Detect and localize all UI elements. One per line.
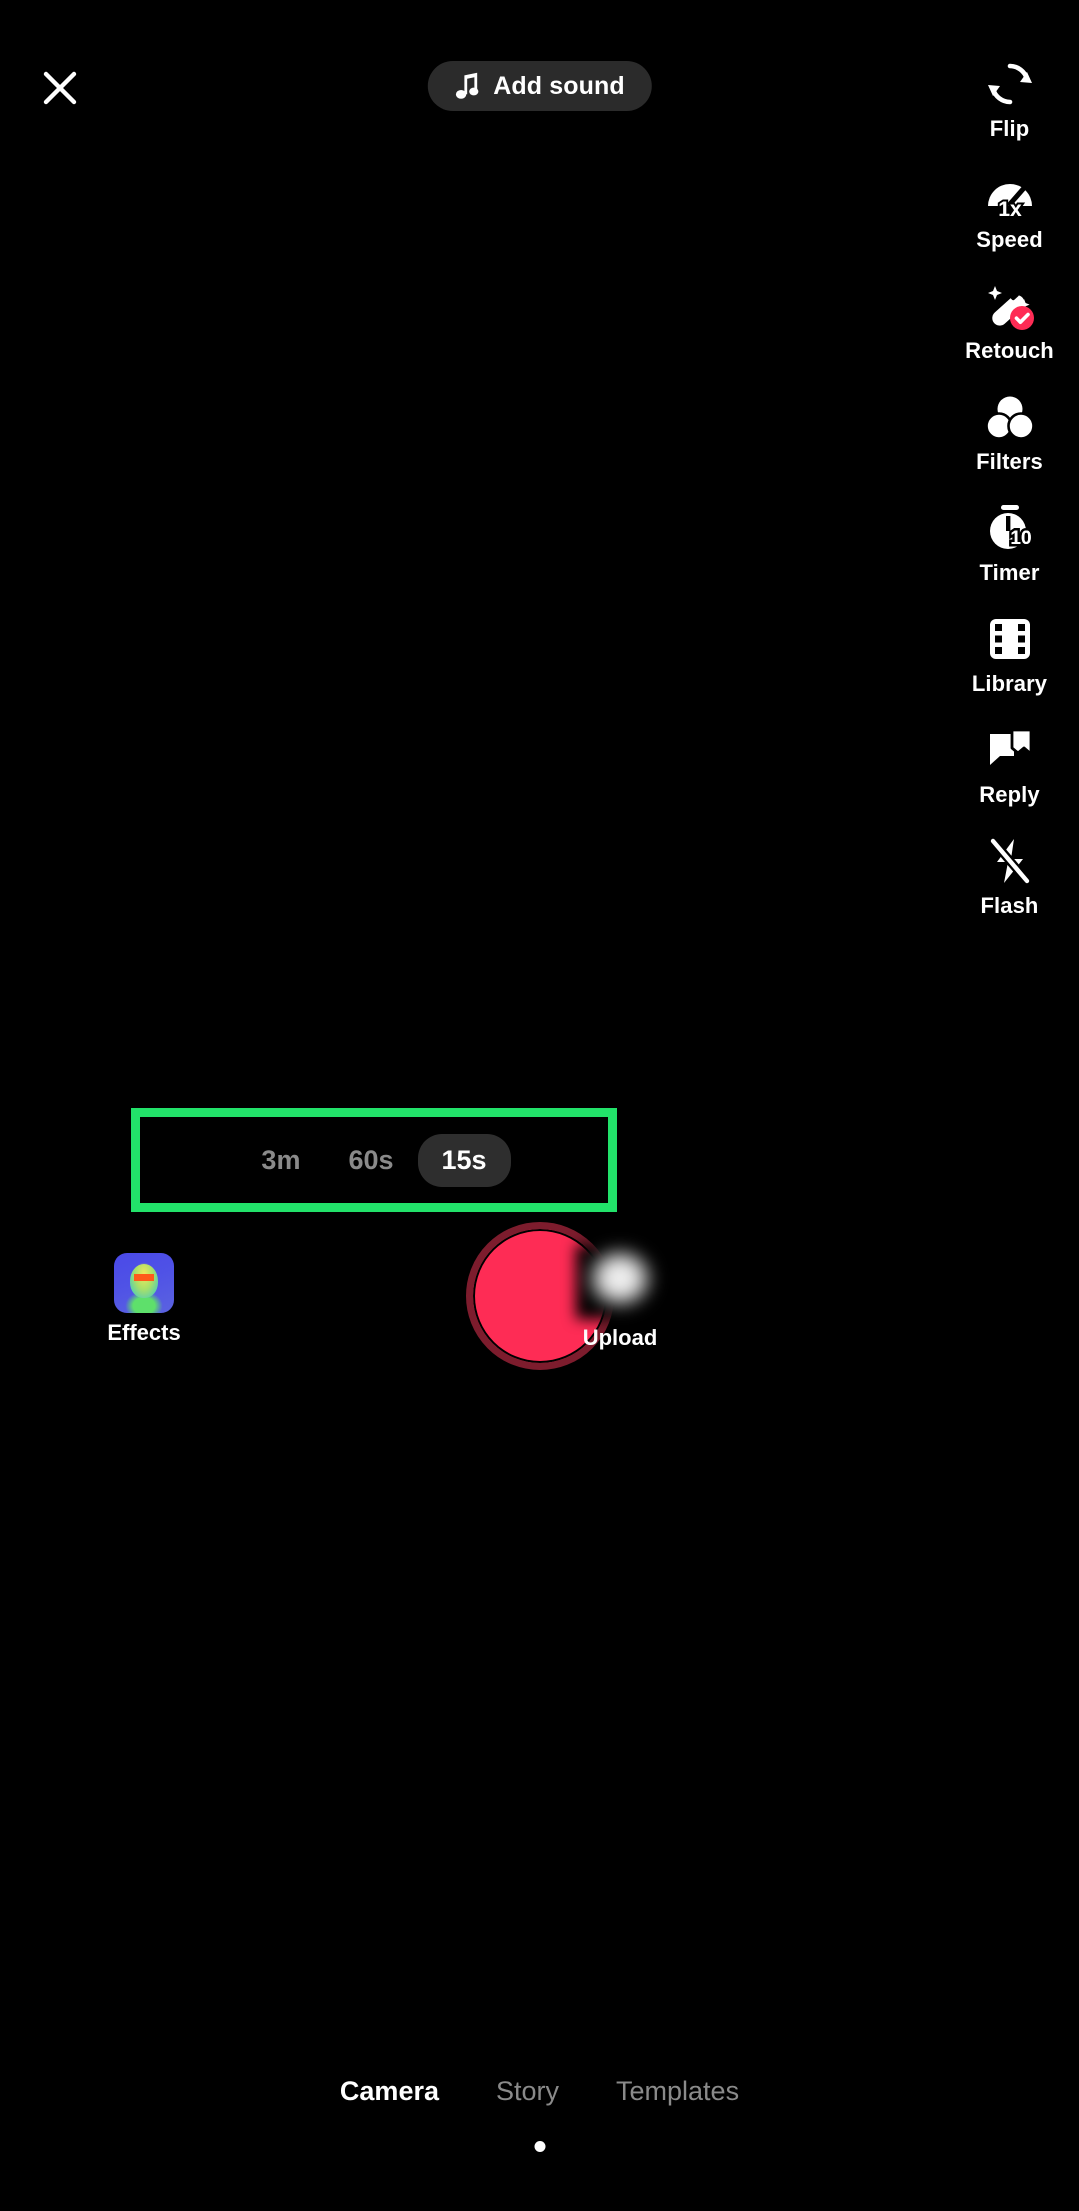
music-note-icon bbox=[454, 72, 480, 100]
tab-story[interactable]: Story bbox=[496, 2078, 559, 2105]
stopwatch-icon: 10 10 bbox=[985, 500, 1035, 556]
camera-tools-rail: Flip 1x 1x Speed Retouch Filters 10 10 T… bbox=[940, 56, 1079, 944]
filters-circles-icon bbox=[984, 389, 1035, 445]
rail-label-speed: Speed bbox=[976, 227, 1043, 252]
duration-option-3m[interactable]: 3m bbox=[237, 1134, 324, 1187]
upload-label: Upload bbox=[582, 1325, 658, 1350]
svg-text:10: 10 bbox=[1010, 528, 1031, 549]
rail-item-timer[interactable]: 10 10 Timer bbox=[940, 500, 1079, 611]
page-indicator-dot bbox=[534, 2141, 545, 2152]
duration-selector: 3m 60s 15s bbox=[140, 1117, 608, 1203]
retouch-check-badge bbox=[1009, 306, 1034, 330]
add-sound-label: Add sound bbox=[493, 71, 625, 100]
rail-label-reply: Reply bbox=[979, 782, 1040, 807]
rail-label-timer: Timer bbox=[979, 560, 1040, 585]
rail-label-library: Library bbox=[971, 671, 1048, 696]
svg-text:1x: 1x bbox=[998, 198, 1022, 218]
flip-camera-icon bbox=[986, 56, 1034, 112]
rail-item-flip[interactable]: Flip bbox=[940, 56, 1079, 167]
camera-screen: Add sound Flip 1x 1x Speed Retouch Filte… bbox=[0, 0, 1079, 2211]
flash-off-icon bbox=[987, 833, 1033, 889]
effects-label: Effects bbox=[107, 1320, 181, 1345]
rail-item-speed[interactable]: 1x 1x Speed bbox=[940, 167, 1079, 278]
rail-label-flash: Flash bbox=[980, 893, 1039, 918]
film-strip-icon bbox=[987, 611, 1033, 667]
rail-label-filters: Filters bbox=[976, 449, 1043, 474]
gallery-thumbnail-icon bbox=[576, 1245, 664, 1319]
close-icon bbox=[43, 71, 77, 105]
add-sound-button[interactable]: Add sound bbox=[427, 61, 652, 111]
duration-option-60s[interactable]: 60s bbox=[324, 1134, 417, 1187]
rail-label-flip: Flip bbox=[989, 116, 1030, 141]
rail-item-reply[interactable]: Reply bbox=[940, 722, 1079, 833]
close-button[interactable] bbox=[34, 62, 86, 114]
tab-camera[interactable]: Camera bbox=[340, 2078, 439, 2105]
effects-button[interactable]: Effects bbox=[107, 1253, 181, 1344]
rail-item-retouch[interactable]: Retouch bbox=[940, 278, 1079, 389]
rail-item-filters[interactable]: Filters bbox=[940, 389, 1079, 500]
rail-item-library[interactable]: Library bbox=[940, 611, 1079, 722]
magic-wand-icon bbox=[984, 278, 1036, 334]
upload-button[interactable]: Upload bbox=[576, 1245, 664, 1349]
effects-face-icon bbox=[114, 1253, 174, 1313]
reply-bubbles-icon bbox=[986, 722, 1034, 778]
duration-option-15s[interactable]: 15s bbox=[417, 1133, 511, 1187]
tab-templates[interactable]: Templates bbox=[616, 2078, 739, 2105]
rail-item-flash[interactable]: Flash bbox=[940, 833, 1079, 944]
speed-gauge-icon: 1x 1x bbox=[984, 167, 1036, 223]
duration-selector-highlight: 3m 60s 15s bbox=[131, 1108, 617, 1212]
rail-label-retouch: Retouch bbox=[965, 338, 1054, 363]
bottom-tab-bar: Camera Story Templates bbox=[0, 2078, 1079, 2105]
